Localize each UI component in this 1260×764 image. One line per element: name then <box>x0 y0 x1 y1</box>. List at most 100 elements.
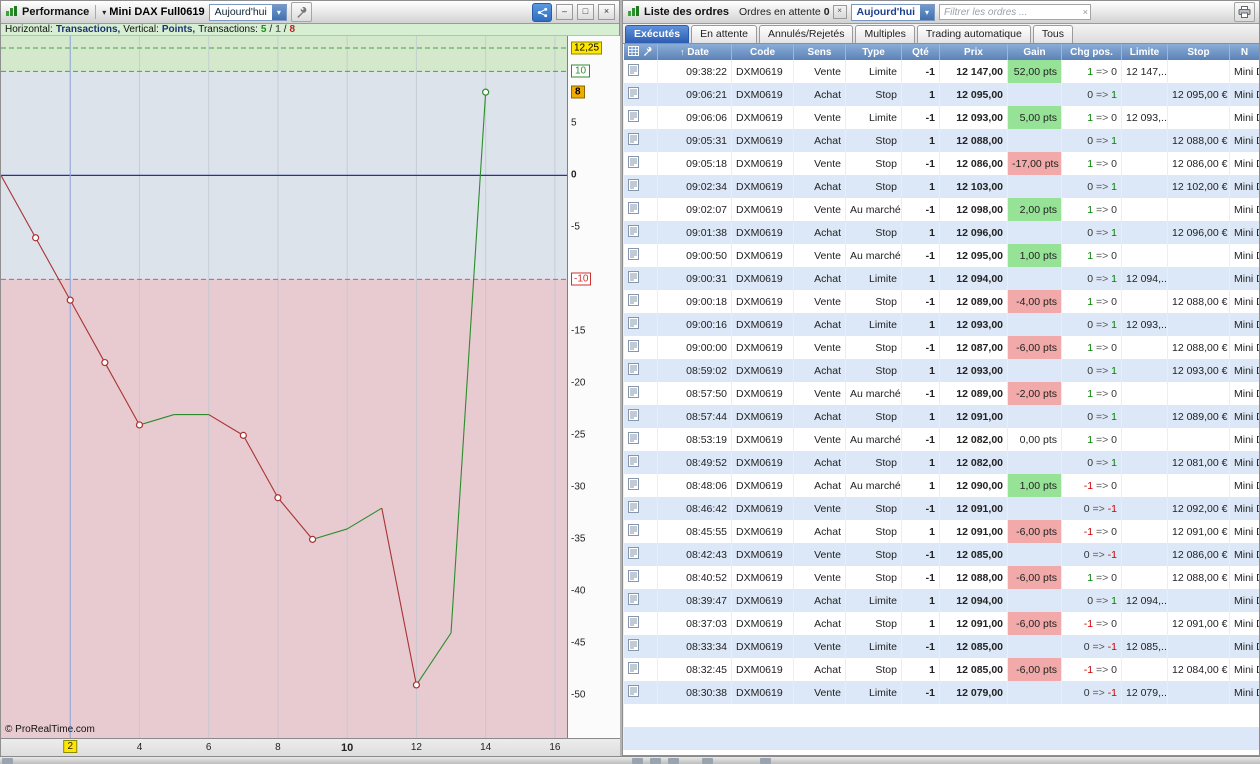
order-row-icon[interactable] <box>623 474 658 497</box>
order-row-icon[interactable] <box>623 681 658 704</box>
order-row[interactable]: 09:01:38 DXM0619 Achat Stop 1 12 096,00 0 => 1… <box>623 221 1259 244</box>
order-qty: -1 <box>901 152 940 175</box>
print-button[interactable] <box>1234 2 1255 22</box>
order-row[interactable]: 08:57:44 DXM0619 Achat Stop 1 12 091,00 0 => 1… <box>623 405 1259 428</box>
column-header-chg[interactable]: Chg pos. <box>1061 44 1122 60</box>
close-button[interactable]: × <box>598 4 615 20</box>
order-row[interactable]: 09:05:31 DXM0619 Achat Stop 1 12 088,00 0 => 1… <box>623 129 1259 152</box>
order-row-icon[interactable] <box>623 60 658 83</box>
order-instrument-name: Mini D <box>1229 566 1259 589</box>
order-row-icon[interactable] <box>623 635 658 658</box>
order-row[interactable]: 09:05:18 DXM0619 Vente Stop -1 12 086,00 -17,0… <box>623 152 1259 175</box>
column-header-stop[interactable]: Stop <box>1167 44 1230 60</box>
order-row[interactable]: 09:00:18 DXM0619 Vente Stop -1 12 089,00 -4,00… <box>623 290 1259 313</box>
order-type: Stop <box>845 497 902 520</box>
orders-header-icons[interactable] <box>623 44 658 60</box>
orders-panel: Liste des ordres Ordres en attente 0 × A… <box>622 0 1260 756</box>
column-header-gain[interactable]: Gain <box>1007 44 1062 60</box>
order-row-icon[interactable] <box>623 658 658 681</box>
order-row-icon[interactable] <box>623 267 658 290</box>
performance-chart[interactable]: 12,25 10 8 5 0 -5 -10 -15 -20 -25 -30 -35 -40 -45 -50 … <box>1 36 621 738</box>
order-row-icon[interactable] <box>623 359 658 382</box>
order-row-icon[interactable] <box>623 451 658 474</box>
pending-orders-toggle[interactable]: Ordres en attente 0 × <box>739 5 847 19</box>
tab-executes[interactable]: Exécutés <box>625 25 690 43</box>
column-header-code[interactable]: Code <box>731 44 794 60</box>
order-row-icon[interactable] <box>623 83 658 106</box>
order-row[interactable]: 09:06:21 DXM0619 Achat Stop 1 12 095,00 0 => 1… <box>623 83 1259 106</box>
maximize-button[interactable]: □ <box>577 4 594 20</box>
order-row-icon[interactable] <box>623 520 658 543</box>
order-row-icon[interactable] <box>623 543 658 566</box>
order-row-icon[interactable] <box>623 382 658 405</box>
clear-filter-icon[interactable]: × <box>1083 7 1088 17</box>
order-row-icon[interactable] <box>623 589 658 612</box>
order-row[interactable]: 08:59:02 DXM0619 Achat Stop 1 12 093,00 0 => 1… <box>623 359 1259 382</box>
order-row-icon[interactable] <box>623 612 658 635</box>
order-row[interactable]: 08:37:03 DXM0619 Achat Stop 1 12 091,00 -6,00 … <box>623 612 1259 635</box>
order-row[interactable]: 08:48:06 DXM0619 Achat Au marché 1 12 090,00 1… <box>623 474 1259 497</box>
order-gain: -4,00 pts <box>1007 290 1062 313</box>
order-row[interactable]: 09:00:16 DXM0619 Achat Limite 1 12 093,00 0 =>… <box>623 313 1259 336</box>
tab-trading-automatique[interactable]: Trading automatique <box>916 25 1031 43</box>
tab-annules-rejetes[interactable]: Annulés/Rejetés <box>759 25 854 43</box>
order-stop <box>1167 244 1230 267</box>
close-icon[interactable]: × <box>832 5 847 19</box>
order-row-icon[interactable] <box>623 336 658 359</box>
order-row[interactable]: 09:02:07 DXM0619 Vente Au marché -1 12 098,00… <box>623 198 1259 221</box>
column-header-qte[interactable]: Qté <box>901 44 940 60</box>
column-header-prix[interactable]: Prix <box>939 44 1008 60</box>
column-header-type[interactable]: Type <box>845 44 902 60</box>
order-row[interactable]: 08:46:42 DXM0619 Vente Stop -1 12 091,00 0 => … <box>623 497 1259 520</box>
order-row-icon[interactable] <box>623 129 658 152</box>
instrument-selector[interactable]: ▾ Mini DAX Full0619 <box>102 6 204 18</box>
order-row[interactable]: 08:32:45 DXM0619 Achat Stop 1 12 085,00 -6,00 … <box>623 658 1259 681</box>
order-row-icon[interactable] <box>623 428 658 451</box>
order-qty: -1 <box>901 497 940 520</box>
period-select-right[interactable]: Aujourd'hui ▾ <box>850 3 936 21</box>
order-qty: -1 <box>901 635 940 658</box>
column-header-nom[interactable]: N <box>1229 44 1259 60</box>
minimize-button[interactable]: – <box>556 4 573 20</box>
tab-multiples[interactable]: Multiples <box>855 25 915 43</box>
order-row[interactable]: 08:30:38 DXM0619 Vente Limite -1 12 079,00 0 =… <box>623 681 1259 704</box>
order-row[interactable]: 08:40:52 DXM0619 Vente Stop -1 12 088,00 -6,00… <box>623 566 1259 589</box>
order-row-icon[interactable] <box>623 106 658 129</box>
order-code: DXM0619 <box>731 612 794 635</box>
order-row-icon[interactable] <box>623 198 658 221</box>
order-side: Vente <box>793 681 846 704</box>
order-stop <box>1167 198 1230 221</box>
share-button[interactable] <box>532 2 552 22</box>
order-row[interactable]: 08:57:50 DXM0619 Vente Au marché -1 12 089,00… <box>623 382 1259 405</box>
order-row-icon[interactable] <box>623 244 658 267</box>
order-row[interactable]: 08:49:52 DXM0619 Achat Stop 1 12 082,00 0 => 1… <box>623 451 1259 474</box>
settings-wrench-button[interactable] <box>290 2 312 22</box>
filter-orders-input[interactable] <box>939 4 1092 20</box>
period-select-left[interactable]: Aujourd'hui ▾ <box>208 3 287 21</box>
order-row[interactable]: 08:45:55 DXM0619 Achat Stop 1 12 091,00 -6,00 … <box>623 520 1259 543</box>
order-row[interactable]: 08:42:43 DXM0619 Vente Stop -1 12 085,00 0 => … <box>623 543 1259 566</box>
order-row-icon[interactable] <box>623 313 658 336</box>
order-row-icon[interactable] <box>623 497 658 520</box>
order-row[interactable]: 09:06:06 DXM0619 Vente Limite -1 12 093,00 5,0… <box>623 106 1259 129</box>
order-row-icon[interactable] <box>623 152 658 175</box>
column-header-limite[interactable]: Limite <box>1121 44 1168 60</box>
column-header-date[interactable]: ↑ Date <box>657 44 732 60</box>
order-row[interactable]: 09:00:50 DXM0619 Vente Au marché -1 12 095,00… <box>623 244 1259 267</box>
order-row[interactable]: 09:00:00 DXM0619 Vente Stop -1 12 087,00 -6,00… <box>623 336 1259 359</box>
order-row[interactable]: 08:39:47 DXM0619 Achat Limite 1 12 094,00 0 =>… <box>623 589 1259 612</box>
order-row[interactable]: 08:33:34 DXM0619 Vente Limite -1 12 085,00 0 =… <box>623 635 1259 658</box>
order-row-icon[interactable] <box>623 290 658 313</box>
tab-en-attente[interactable]: En attente <box>691 25 757 43</box>
order-row-icon[interactable] <box>623 405 658 428</box>
column-header-sens[interactable]: Sens <box>793 44 846 60</box>
order-row-icon[interactable] <box>623 566 658 589</box>
performance-chart-plot[interactable] <box>1 36 567 738</box>
order-row-icon[interactable] <box>623 175 658 198</box>
order-row[interactable]: 09:38:22 DXM0619 Vente Limite -1 12 147,00 52,… <box>623 60 1259 83</box>
tab-tous[interactable]: Tous <box>1032 25 1074 43</box>
order-row-icon[interactable] <box>623 221 658 244</box>
order-row[interactable]: 08:53:19 DXM0619 Vente Au marché -1 12 082,00… <box>623 428 1259 451</box>
order-row[interactable]: 09:02:34 DXM0619 Achat Stop 1 12 103,00 0 => 1… <box>623 175 1259 198</box>
order-row[interactable]: 09:00:31 DXM0619 Achat Limite 1 12 094,00 0 =>… <box>623 267 1259 290</box>
